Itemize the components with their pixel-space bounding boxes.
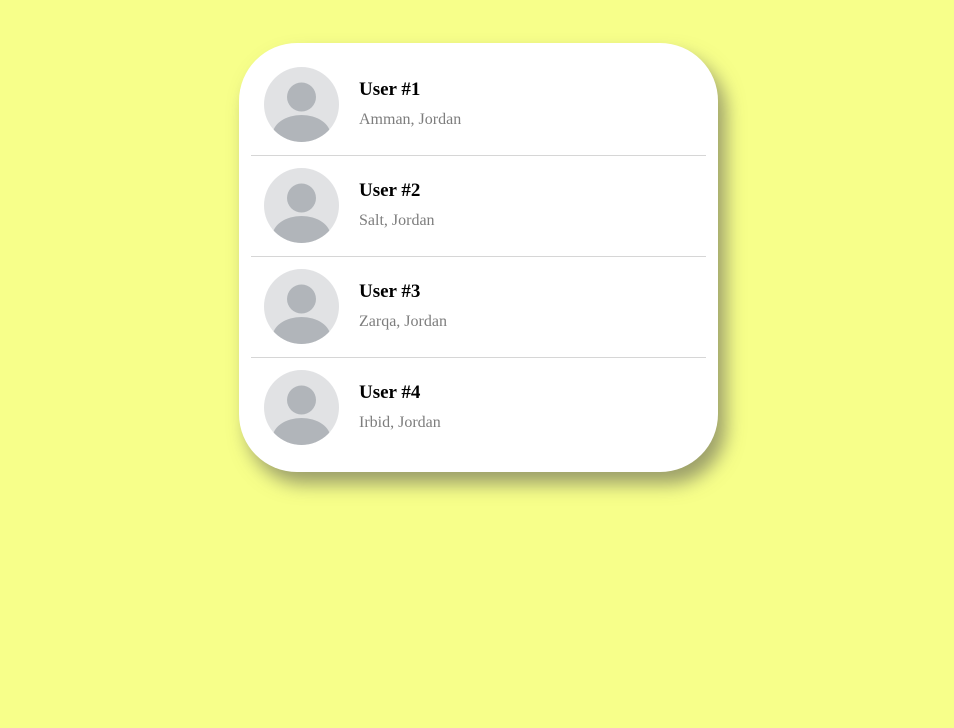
user-info: User #2 Salt, Jordan: [359, 180, 435, 231]
user-location: Zarqa, Jordan: [359, 312, 447, 330]
user-list-item[interactable]: User #1 Amman, Jordan: [251, 55, 706, 156]
person-placeholder-icon: [272, 183, 331, 243]
user-info: User #3 Zarqa, Jordan: [359, 281, 447, 332]
avatar: [264, 268, 339, 344]
user-location: Irbid, Jordan: [359, 414, 441, 431]
user-name: User #4: [359, 382, 421, 403]
user-location: Salt, Jordan: [359, 211, 435, 229]
user-name: User #2: [359, 179, 421, 201]
person-placeholder-icon: [272, 284, 331, 344]
user-list-card: User #1 Amman, Jordan User #2 Salt, Jord…: [239, 43, 718, 472]
avatar: [264, 66, 339, 142]
user-list-item[interactable]: User #2 Salt, Jordan: [251, 156, 706, 257]
person-placeholder-icon: [272, 82, 331, 142]
user-name: User #3: [359, 280, 421, 302]
user-location: Amman, Jordan: [359, 110, 462, 128]
avatar: [264, 167, 339, 243]
user-info: User #1 Amman, Jordan: [359, 79, 461, 130]
user-name: User #1: [359, 78, 421, 100]
avatar: [264, 370, 339, 445]
person-placeholder-icon: [272, 385, 331, 445]
user-info: User #4 Irbid, Jordan: [359, 382, 441, 433]
user-list-item[interactable]: User #3 Zarqa, Jordan: [251, 257, 706, 358]
user-list-item[interactable]: User #4 Irbid, Jordan: [251, 358, 706, 459]
